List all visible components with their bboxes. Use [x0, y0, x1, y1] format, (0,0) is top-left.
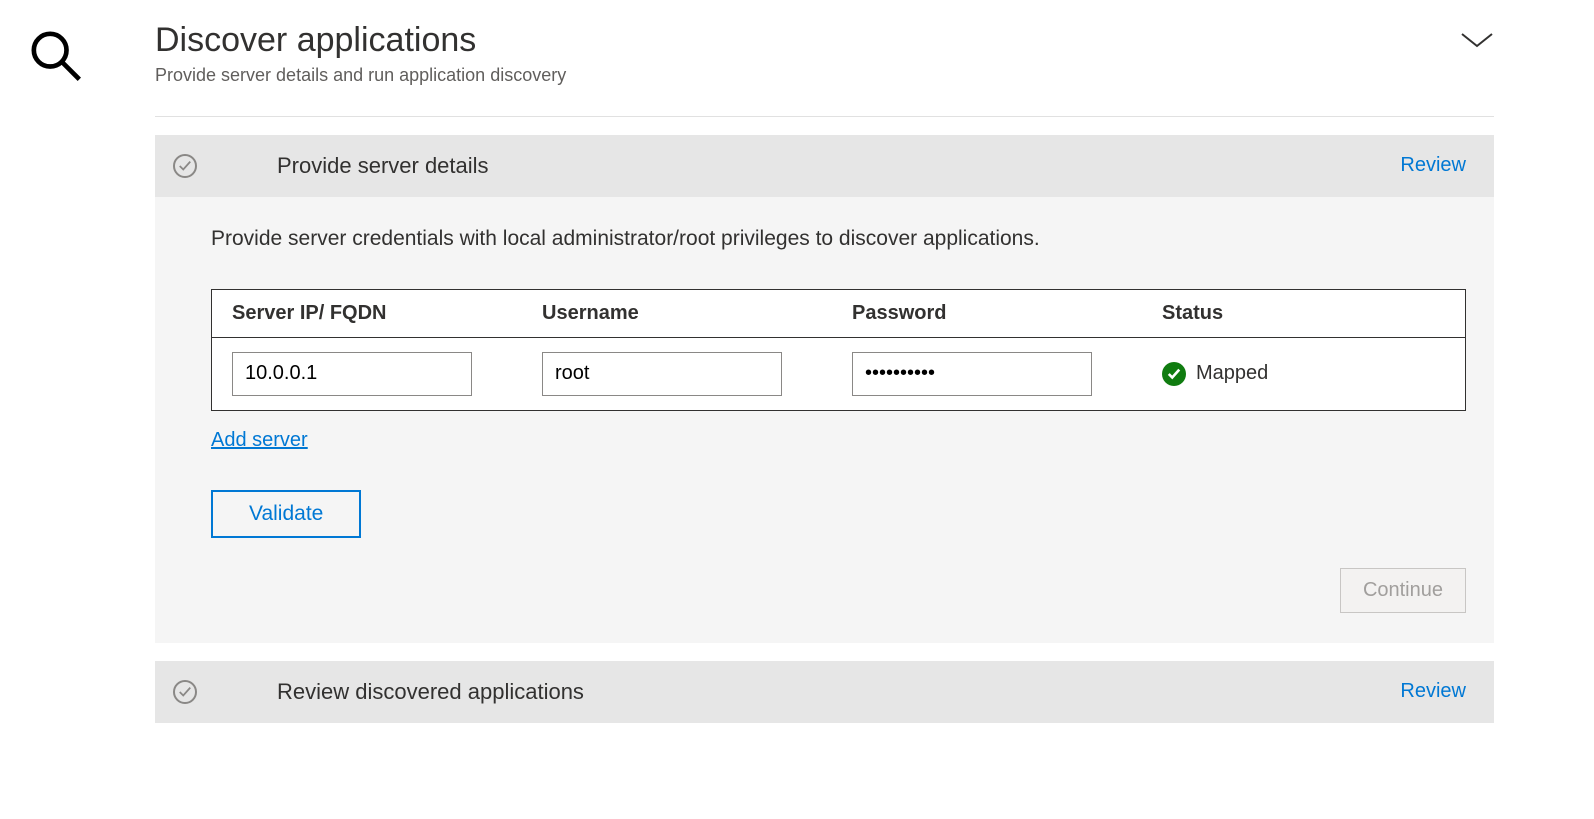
- validate-button[interactable]: Validate: [211, 490, 361, 538]
- column-header-password: Password: [852, 302, 1162, 325]
- review-link[interactable]: Review: [1400, 154, 1466, 177]
- page-header: Discover applications Provide server det…: [155, 20, 1494, 117]
- step-check-icon: [173, 680, 197, 704]
- search-icon[interactable]: [28, 71, 84, 88]
- status-text: Mapped: [1196, 362, 1268, 385]
- section-title: Review discovered applications: [277, 679, 1400, 705]
- server-ip-input[interactable]: [232, 352, 472, 396]
- step-check-icon: [173, 154, 197, 178]
- section-review-discovered-apps: Review discovered applications Review: [155, 661, 1494, 723]
- column-header-ip: Server IP/ FQDN: [232, 302, 542, 325]
- page-subtitle: Provide server details and run applicati…: [155, 65, 566, 86]
- server-table: Server IP/ FQDN Username Password Status: [211, 289, 1466, 411]
- column-header-username: Username: [542, 302, 852, 325]
- add-server-link[interactable]: Add server: [211, 429, 308, 452]
- table-row: Mapped: [212, 338, 1465, 410]
- continue-button[interactable]: Continue: [1340, 568, 1466, 613]
- section-instruction: Provide server credentials with local ad…: [211, 227, 1466, 251]
- chevron-down-icon[interactable]: [1460, 30, 1494, 55]
- section-provide-server-details: Provide server details Review Provide se…: [155, 135, 1494, 643]
- section-title: Provide server details: [277, 153, 1400, 179]
- status-success-icon: [1162, 362, 1186, 386]
- username-input[interactable]: [542, 352, 782, 396]
- review-link[interactable]: Review: [1400, 680, 1466, 703]
- password-input[interactable]: [852, 352, 1092, 396]
- page-title: Discover applications: [155, 20, 566, 61]
- column-header-status: Status: [1162, 302, 1445, 325]
